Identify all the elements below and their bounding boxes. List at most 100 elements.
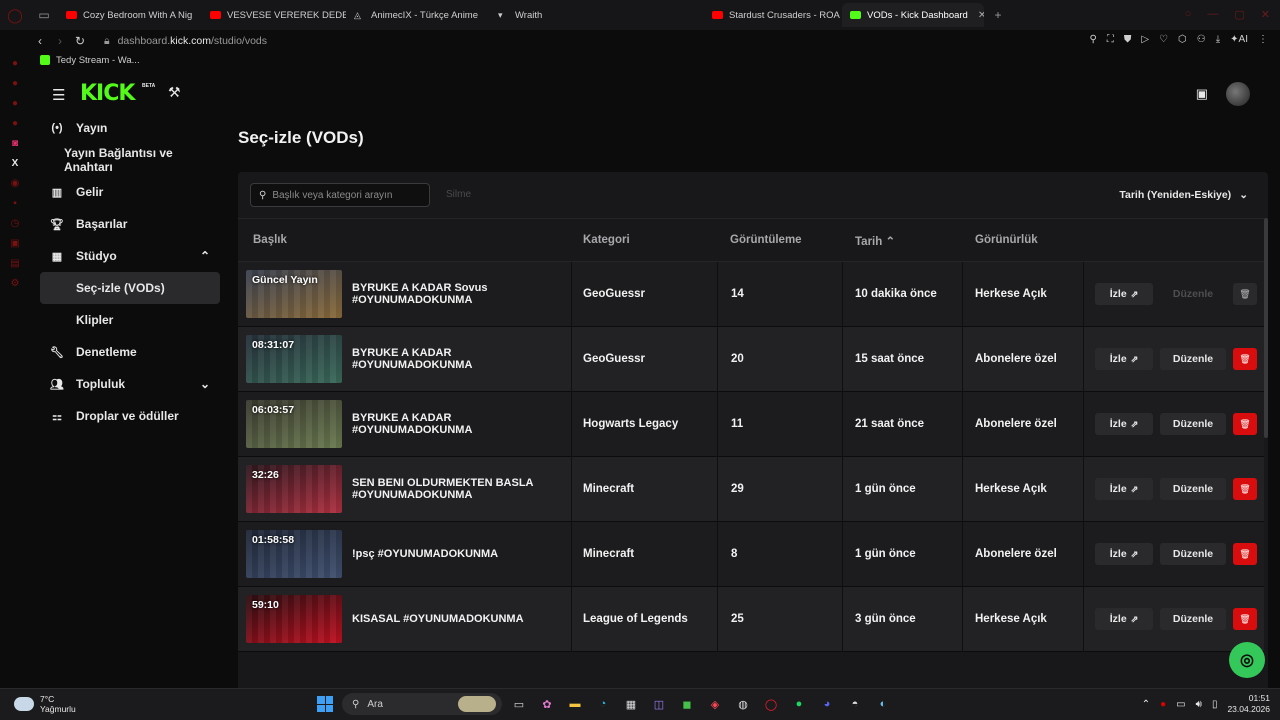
sort-dropdown[interactable]: Tarih (Yeniden-Eskiye) ⌄ — [1111, 183, 1256, 207]
opera-logo-icon[interactable]: ◯ — [0, 0, 30, 30]
vod-title[interactable]: !psç #OYUNUMADOKUNMA — [352, 548, 542, 560]
browser-tab[interactable]: ▾ Wraith — [490, 3, 634, 27]
watch-button[interactable]: İzle ⇗ — [1095, 543, 1153, 565]
store-icon[interactable]: ▦ — [620, 693, 642, 715]
vod-thumbnail[interactable]: 32:26 — [246, 465, 342, 513]
column-header-visibility[interactable]: Görünürlük — [975, 234, 1038, 246]
watch-button[interactable]: İzle ⇗ — [1095, 608, 1153, 630]
extensions-icon[interactable]: ▤ — [9, 258, 21, 270]
sidebar-item-vods[interactable]: Seç-izle (VODs) — [40, 272, 220, 304]
volume-icon[interactable]: 🔊︎ — [1196, 699, 1202, 710]
edit-button[interactable]: Düzenle — [1160, 478, 1226, 500]
sidebar-item-community[interactable]: 👥︎ Topluluk ⌄ — [40, 368, 220, 400]
heart-icon[interactable]: ♡ — [1159, 34, 1168, 45]
whatsapp-icon[interactable]: ● — [9, 78, 21, 90]
table-row[interactable]: 01:58:58 !psç #OYUNUMADOKUNMA Minecraft 8 1 … — [238, 522, 1268, 587]
menu-icon[interactable]: ⋮ — [1258, 34, 1268, 45]
edge-icon[interactable]: ◔ — [592, 693, 614, 715]
watch-button[interactable]: İzle ⇗ — [1095, 413, 1153, 435]
sidebar-item-clips[interactable]: Klipler — [40, 304, 220, 336]
hammer-icon[interactable]: ⚒ — [168, 84, 181, 101]
sidebar-item-stream-key[interactable]: Yayın Bağlantısı ve Anahtarı — [40, 144, 220, 176]
task-view-icon[interactable]: ▭ — [508, 693, 530, 715]
vod-title[interactable]: SEN BENI OLDURMEKTEN BASLA #OYUNUMADOKUN… — [352, 477, 542, 501]
opera-gx-icon[interactable]: ● — [1160, 699, 1166, 710]
edit-button[interactable]: Düzenle — [1160, 608, 1226, 630]
delete-selected-button[interactable]: Silme — [446, 189, 471, 200]
close-icon[interactable]: ✕ — [1261, 8, 1270, 21]
wallet-icon[interactable]: ⚇ — [1197, 34, 1206, 45]
delete-button[interactable]: 🗑︎ — [1233, 543, 1257, 565]
copilot-icon[interactable]: ✿ — [536, 693, 558, 715]
spotify-icon[interactable]: ● — [788, 693, 810, 715]
history-icon[interactable]: ◷ — [9, 218, 21, 230]
sidebar-item-moderation[interactable]: 🔧︎ Denetleme — [40, 336, 220, 368]
pin-icon[interactable]: ⚲ — [1090, 34, 1097, 45]
watch-button[interactable]: İzle ⇗ — [1095, 348, 1153, 370]
delete-button[interactable]: 🗑︎ — [1233, 348, 1257, 370]
watch-button[interactable]: İzle ⇗ — [1095, 478, 1153, 500]
wallet-icon[interactable]: ▣ — [1196, 86, 1208, 102]
minimize-icon[interactable]: — — [1207, 8, 1218, 21]
sidebar-item-broadcast[interactable]: (•) Yayın — [40, 112, 220, 144]
photo-icon[interactable]: ◫ — [648, 693, 670, 715]
file-explorer-icon[interactable]: ▬ — [564, 693, 586, 715]
search-icon[interactable]: ○ — [1185, 8, 1192, 21]
browser-tab[interactable]: ◬ AnimecIX - Türkçe Anime — [346, 3, 490, 27]
vod-title[interactable]: KISASAL #OYUNUMADOKUNMA — [352, 613, 542, 625]
steam-icon[interactable]: ◐ — [872, 693, 894, 715]
browser-tab[interactable]: Stardust Crusaders - ROA — [704, 3, 842, 27]
vod-title[interactable]: BYRUKE A KADAR #OYUNUMADOKUNMA — [352, 347, 542, 371]
avatar[interactable] — [1226, 82, 1250, 106]
browser-tab[interactable]: VESVESE VEREREK DEDE — [202, 3, 346, 27]
edit-button[interactable]: Düzenle — [1160, 413, 1226, 435]
instagram-icon[interactable]: ◙ — [9, 138, 21, 150]
discord-icon[interactable]: ● — [9, 118, 21, 130]
vod-title[interactable]: BYRUKE A KADAR #OYUNUMADOKUNMA — [352, 412, 542, 436]
downloads-icon[interactable]: ▣ — [9, 238, 21, 250]
play-icon[interactable]: ▷ — [1141, 34, 1149, 45]
scrollbar-thumb[interactable] — [1264, 218, 1268, 438]
bookmark-item[interactable]: Tedy Stream - Wa... — [56, 55, 140, 66]
monitor-icon[interactable]: ▭ — [1176, 699, 1185, 710]
search-input[interactable] — [272, 189, 423, 201]
weather-widget[interactable]: 7°C Yağmurlu — [14, 694, 76, 714]
table-row[interactable]: 08:31:07 BYRUKE A KADAR #OYUNUMADOKUNMA Ge… — [238, 327, 1268, 392]
search-field[interactable]: ⚲ — [250, 183, 430, 207]
delete-button[interactable]: 🗑︎ — [1233, 478, 1257, 500]
table-row[interactable]: 59:10 KISASAL #OYUNUMADOKUNMA League of Le… — [238, 587, 1268, 652]
sidebar-item-drops[interactable]: ⚏ Droplar ve ödüller — [40, 400, 220, 432]
vod-thumbnail[interactable]: 01:58:58 — [246, 530, 342, 578]
hamburger-menu-icon[interactable]: ☰ — [52, 86, 66, 104]
discord-icon[interactable]: ◕ — [816, 693, 838, 715]
ai-button[interactable]: ✦AI — [1230, 34, 1248, 45]
column-header-title[interactable]: Başlık — [253, 234, 287, 246]
browser-tab[interactable]: Cozy Bedroom With A Nig — [58, 3, 202, 27]
riot-icon[interactable]: ◍ — [732, 693, 754, 715]
opera-icon[interactable]: ◯ — [760, 693, 782, 715]
support-chat-button[interactable]: ◎ — [1229, 642, 1265, 678]
browser-tab-active[interactable]: VODs - Kick Dashboard ✕ — [842, 3, 984, 27]
url-field[interactable]: 🔒︎ dashboard.kick.com/studio/vods — [104, 35, 267, 48]
column-header-category[interactable]: Kategori — [583, 234, 630, 246]
edit-button[interactable]: Düzenle — [1160, 283, 1226, 305]
settings-icon[interactable]: ⚙ — [9, 278, 21, 290]
sidebar-item-studio[interactable]: ▦ Stüdyo ⌃ — [40, 240, 220, 272]
delete-button[interactable]: 🗑︎ — [1233, 608, 1257, 630]
reload-icon[interactable]: ↻ — [70, 34, 90, 48]
extensions-icon[interactable]: ⬡ — [1178, 34, 1187, 45]
forward-icon[interactable]: › — [50, 34, 70, 48]
start-button[interactable] — [314, 693, 336, 715]
valorant-icon[interactable]: ◈ — [704, 693, 726, 715]
edit-button[interactable]: Düzenle — [1160, 348, 1226, 370]
download-icon[interactable]: ⤓ — [1216, 34, 1220, 45]
table-row[interactable]: 32:26 SEN BENI OLDURMEKTEN BASLA #OYUNUMA… — [238, 457, 1268, 522]
clock[interactable]: 01:51 23.04.2026 — [1227, 693, 1270, 715]
back-icon[interactable]: ‹ — [30, 34, 50, 48]
delete-button[interactable]: 🗑︎ — [1233, 283, 1257, 305]
sidebar-item-revenue[interactable]: ▥ Gelir — [40, 176, 220, 208]
vod-thumbnail[interactable]: 59:10 — [246, 595, 342, 643]
tab-menu-icon[interactable]: ▭ — [30, 8, 58, 22]
delete-button[interactable]: 🗑︎ — [1233, 413, 1257, 435]
github-icon[interactable]: ◓ — [844, 693, 866, 715]
